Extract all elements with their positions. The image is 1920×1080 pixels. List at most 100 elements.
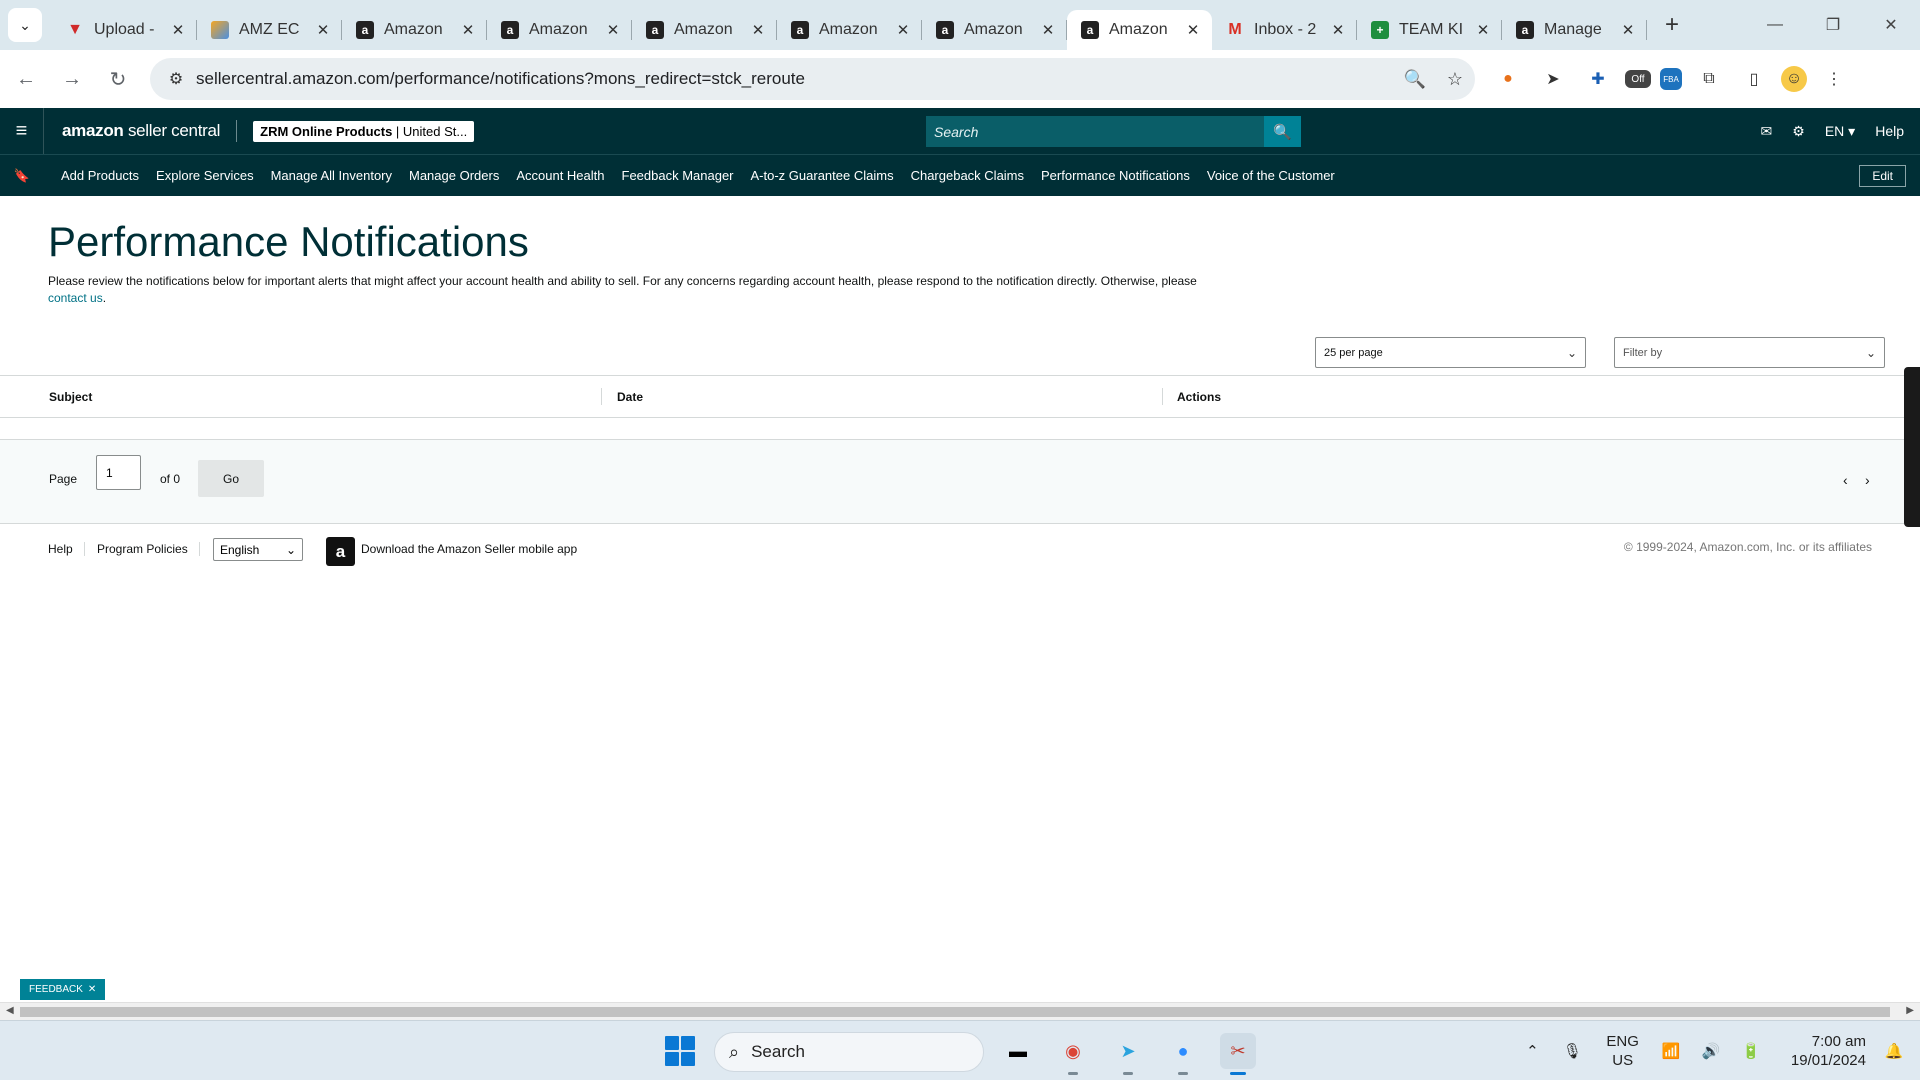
help-link[interactable]: Help	[1875, 123, 1904, 139]
gear-icon[interactable]: ⚙	[1792, 123, 1805, 140]
close-icon[interactable]: ✕	[604, 21, 622, 39]
close-icon[interactable]: ✕	[1619, 21, 1637, 39]
close-icon[interactable]: ✕	[314, 21, 332, 39]
language-selector[interactable]: EN ▾	[1825, 123, 1855, 140]
footer-help-link[interactable]: Help	[48, 542, 73, 556]
side-panel-icon[interactable]: ▯	[1736, 61, 1772, 97]
taskbar-search[interactable]: ⌕ Search	[714, 1032, 984, 1072]
zoom-icon[interactable]: ●	[1165, 1033, 1201, 1075]
extension-off-badge[interactable]: Off	[1625, 70, 1651, 88]
seller-central-logo[interactable]: amazon seller central	[62, 121, 220, 141]
chrome-icon[interactable]: ◉	[1055, 1033, 1091, 1075]
browser-tab[interactable]: AMZ EC ✕	[197, 10, 342, 50]
browser-tab[interactable]: M Inbox - 2 ✕	[1212, 10, 1357, 50]
browser-tab[interactable]: a Amazon ✕	[342, 10, 487, 50]
url-text[interactable]: sellercentral.amazon.com/performance/not…	[196, 69, 1395, 89]
mail-icon[interactable]: ✉	[1761, 123, 1773, 140]
extensions-puzzle-icon[interactable]: ⧉	[1691, 61, 1727, 97]
microphone-icon[interactable]: 🎙	[1558, 1042, 1586, 1060]
nav-item-performance-notifications[interactable]: Performance Notifications	[1041, 168, 1190, 183]
nav-item-feedback-manager[interactable]: Feedback Manager	[622, 168, 734, 183]
page-number-input[interactable]	[96, 455, 141, 490]
restore-icon[interactable]: ❐	[1804, 0, 1862, 50]
scroll-right-icon[interactable]: ▶	[1906, 1005, 1914, 1016]
close-icon[interactable]: ✕	[1184, 21, 1202, 39]
file-explorer-icon[interactable]: ▬	[1000, 1033, 1036, 1069]
browser-tab[interactable]: a Manage ✕	[1502, 10, 1647, 50]
close-icon[interactable]: ✕	[1329, 21, 1347, 39]
close-icon[interactable]: ✕	[1474, 21, 1492, 39]
forward-icon[interactable]: →	[52, 59, 92, 99]
browser-tab[interactable]: a Amazon ✕	[487, 10, 632, 50]
next-page-icon[interactable]: ›	[1865, 472, 1870, 488]
nav-item-add-products[interactable]: Add Products	[61, 168, 139, 183]
back-icon[interactable]: ←	[6, 59, 46, 99]
contact-us-link[interactable]: contact us	[48, 291, 103, 305]
nav-item-voice-of-customer[interactable]: Voice of the Customer	[1207, 168, 1335, 183]
search-button[interactable]: 🔍	[1264, 116, 1301, 147]
notification-bell-icon[interactable]: 🔔	[1880, 1042, 1908, 1060]
minimize-icon[interactable]: —	[1746, 0, 1804, 50]
download-app-link[interactable]: Download the Amazon Seller mobile app	[361, 542, 577, 556]
chevron-up-icon[interactable]: ⌃	[1518, 1042, 1546, 1060]
telegram-icon[interactable]: ➤	[1110, 1033, 1146, 1075]
scroll-left-icon[interactable]: ◀	[6, 1005, 14, 1016]
new-tab-button[interactable]: +	[1655, 8, 1689, 42]
close-icon[interactable]: ✕	[169, 21, 187, 39]
site-info-icon[interactable]: ⚙	[156, 69, 196, 89]
browser-tab[interactable]: + TEAM KI ✕	[1357, 10, 1502, 50]
clock[interactable]: 7:00 am 19/01/2024	[1791, 1032, 1866, 1070]
footer-program-policies-link[interactable]: Program Policies	[97, 542, 188, 556]
close-icon[interactable]: ✕	[894, 21, 912, 39]
windows-start-icon[interactable]	[665, 1036, 695, 1066]
amazon-app-icon[interactable]: a	[326, 537, 355, 566]
side-widget-tab[interactable]	[1904, 367, 1920, 527]
seller-search-input[interactable]	[926, 116, 1264, 147]
per-page-select[interactable]: 25 per page ⌄	[1315, 337, 1586, 368]
battery-icon[interactable]: 🔋	[1737, 1042, 1765, 1060]
column-subject[interactable]: Subject	[49, 390, 92, 404]
filter-by-select[interactable]: Filter by ⌄	[1614, 337, 1885, 368]
hamburger-menu-icon[interactable]: ≡	[0, 108, 44, 154]
wifi-icon[interactable]: 📶	[1657, 1042, 1685, 1060]
input-language[interactable]: ENG US	[1606, 1032, 1639, 1070]
horizontal-scrollbar[interactable]: ◀ ▶	[0, 1002, 1920, 1020]
browser-menu-icon[interactable]: ⋮	[1816, 61, 1852, 97]
extension-fba-icon[interactable]: FBA	[1660, 68, 1682, 90]
nav-item-manage-orders[interactable]: Manage Orders	[409, 168, 499, 183]
tab-search-button[interactable]: ⌄	[8, 8, 42, 42]
profile-avatar[interactable]: ☺	[1781, 66, 1807, 92]
store-selector[interactable]: ZRM Online Products | United St...	[253, 120, 475, 142]
close-icon[interactable]: ✕	[459, 21, 477, 39]
browser-tab[interactable]: ▼ Upload - ✕	[52, 10, 197, 50]
extension-arrow-icon[interactable]: ➤	[1535, 61, 1571, 97]
feedback-tab[interactable]: FEEDBACK ✕	[20, 979, 106, 1000]
reload-icon[interactable]: ↻	[98, 59, 138, 99]
zoom-icon[interactable]: 🔍	[1395, 69, 1435, 90]
address-bar[interactable]: ⚙ sellercentral.amazon.com/performance/n…	[150, 58, 1475, 100]
extension-blue-icon[interactable]: ✚	[1580, 61, 1616, 97]
edit-bookmarks-button[interactable]: Edit	[1859, 165, 1906, 187]
browser-tab-active[interactable]: a Amazon ✕	[1067, 10, 1212, 50]
nav-item-atoz-claims[interactable]: A-to-z Guarantee Claims	[751, 168, 894, 183]
browser-tab[interactable]: a Amazon ✕	[922, 10, 1067, 50]
footer-language-select[interactable]: English ⌄	[213, 538, 303, 561]
browser-tab[interactable]: a Amazon ✕	[777, 10, 922, 50]
volume-icon[interactable]: 🔊	[1697, 1042, 1725, 1060]
scrollbar-thumb[interactable]	[20, 1007, 1890, 1017]
bookmark-icon[interactable]: 🔖	[0, 168, 44, 184]
nav-item-chargeback-claims[interactable]: Chargeback Claims	[911, 168, 1024, 183]
close-window-icon[interactable]: ✕	[1862, 0, 1920, 50]
close-icon[interactable]: ✕	[749, 21, 767, 39]
bookmark-star-icon[interactable]: ☆	[1435, 69, 1475, 90]
nav-item-explore-services[interactable]: Explore Services	[156, 168, 254, 183]
nav-item-manage-inventory[interactable]: Manage All Inventory	[271, 168, 392, 183]
snipping-tool-icon[interactable]: ✂	[1220, 1033, 1256, 1075]
browser-tab[interactable]: a Amazon ✕	[632, 10, 777, 50]
close-icon[interactable]: ✕	[1039, 21, 1057, 39]
column-date[interactable]: Date	[617, 390, 643, 404]
nav-item-account-health[interactable]: Account Health	[516, 168, 604, 183]
close-icon[interactable]: ✕	[88, 984, 96, 995]
extension-orange-icon[interactable]: ●	[1490, 61, 1526, 97]
go-button[interactable]: Go	[198, 460, 264, 497]
